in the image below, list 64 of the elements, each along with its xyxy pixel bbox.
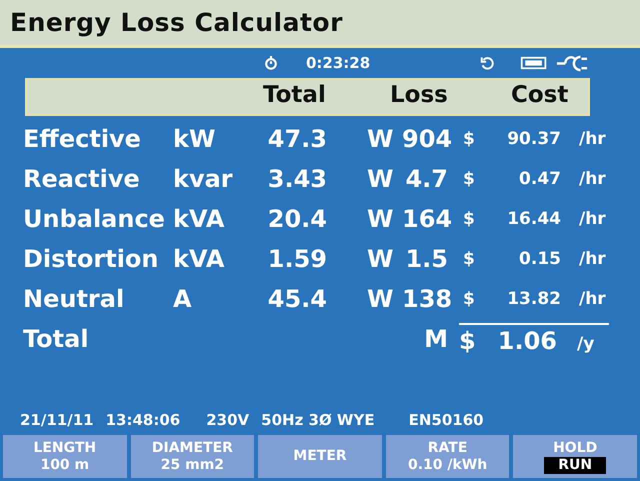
unit-label: W (367, 165, 394, 193)
table-cell-text: 16.44 (506, 209, 561, 229)
softkey[interactable]: RATE 0.10 /kWh (386, 435, 510, 478)
row-label: Unbalance (23, 205, 166, 233)
unit-label: kVA (173, 205, 226, 233)
toggle-option: RUN (544, 456, 606, 474)
currency-label: $ (463, 289, 476, 309)
prefix-label: M (423, 325, 448, 353)
table-cell-text: 0.15 (518, 249, 561, 269)
currency-label: $ (463, 129, 476, 149)
status-text: 230V (206, 411, 250, 429)
unit-label: kVA (173, 245, 226, 273)
column-header: Total (263, 82, 326, 108)
table-cell-text: 47.3 (266, 125, 327, 153)
unit-label: /hr (579, 249, 606, 269)
softkey[interactable]: METER (258, 435, 382, 478)
table-cell-text: 1.06 (496, 327, 557, 355)
currency-label: $ (463, 249, 476, 269)
unit-label: kvar (173, 165, 234, 193)
table-cell-text: 0.47 (518, 169, 561, 189)
table-cell-text: 1.59 (266, 245, 327, 273)
unit-label: W (367, 125, 394, 153)
plug-icon (556, 54, 588, 72)
row-label: Neutral (23, 285, 126, 313)
table-cell: 138 (402, 285, 448, 313)
unit-label: /y (577, 334, 594, 354)
table-cell-text: 20.4 (266, 205, 327, 233)
status-text: 50Hz 3Ø WYE (261, 411, 375, 429)
unit-label: W (367, 245, 394, 273)
elapsed-time: 0:23:28 (306, 54, 370, 72)
stopwatch-icon (264, 55, 278, 71)
status-text: 21/11/11 (20, 411, 94, 429)
currency-label: $ (459, 327, 477, 355)
unit-label: kW (173, 125, 216, 153)
toggle-option: HOLD (539, 440, 612, 456)
currency-label: $ (463, 169, 476, 189)
row-label: Effective (23, 125, 142, 153)
table-cell-text: 3.43 (266, 165, 327, 193)
softkey[interactable]: LENGTH 100 m (3, 435, 127, 478)
unit-label: W (367, 205, 394, 233)
softkey[interactable]: HOLD RUN (513, 435, 637, 478)
column-header: Cost (511, 82, 568, 108)
column-header: Loss (390, 82, 448, 108)
softkey[interactable]: DIAMETER 25 mm2 (130, 435, 254, 478)
unit-label: /hr (579, 289, 606, 309)
unit-label: W (367, 285, 394, 313)
currency-label: $ (463, 209, 476, 229)
table-cell-text: 90.37 (506, 129, 561, 149)
battery-icon (520, 56, 548, 70)
unit-label: A (173, 285, 193, 313)
unit-label: /hr (579, 209, 606, 229)
table-cell-text: 13.82 (506, 289, 561, 309)
table-cell-text: 4.7 (404, 165, 448, 193)
table-cell-text: 1.5 (404, 245, 448, 273)
window-title: Energy Loss Calculator (10, 8, 343, 37)
row-label: Total (23, 325, 90, 353)
unit-label: /hr (579, 129, 606, 149)
row-label: Distortion (23, 245, 160, 273)
status-text: 13:48:06 (106, 411, 180, 429)
rotate-icon (480, 56, 494, 70)
table-cell-text: 45.4 (266, 285, 327, 313)
unit-label: /hr (579, 169, 606, 189)
row-label: Reactive (23, 165, 141, 193)
status-text: EN50160 (408, 411, 484, 429)
